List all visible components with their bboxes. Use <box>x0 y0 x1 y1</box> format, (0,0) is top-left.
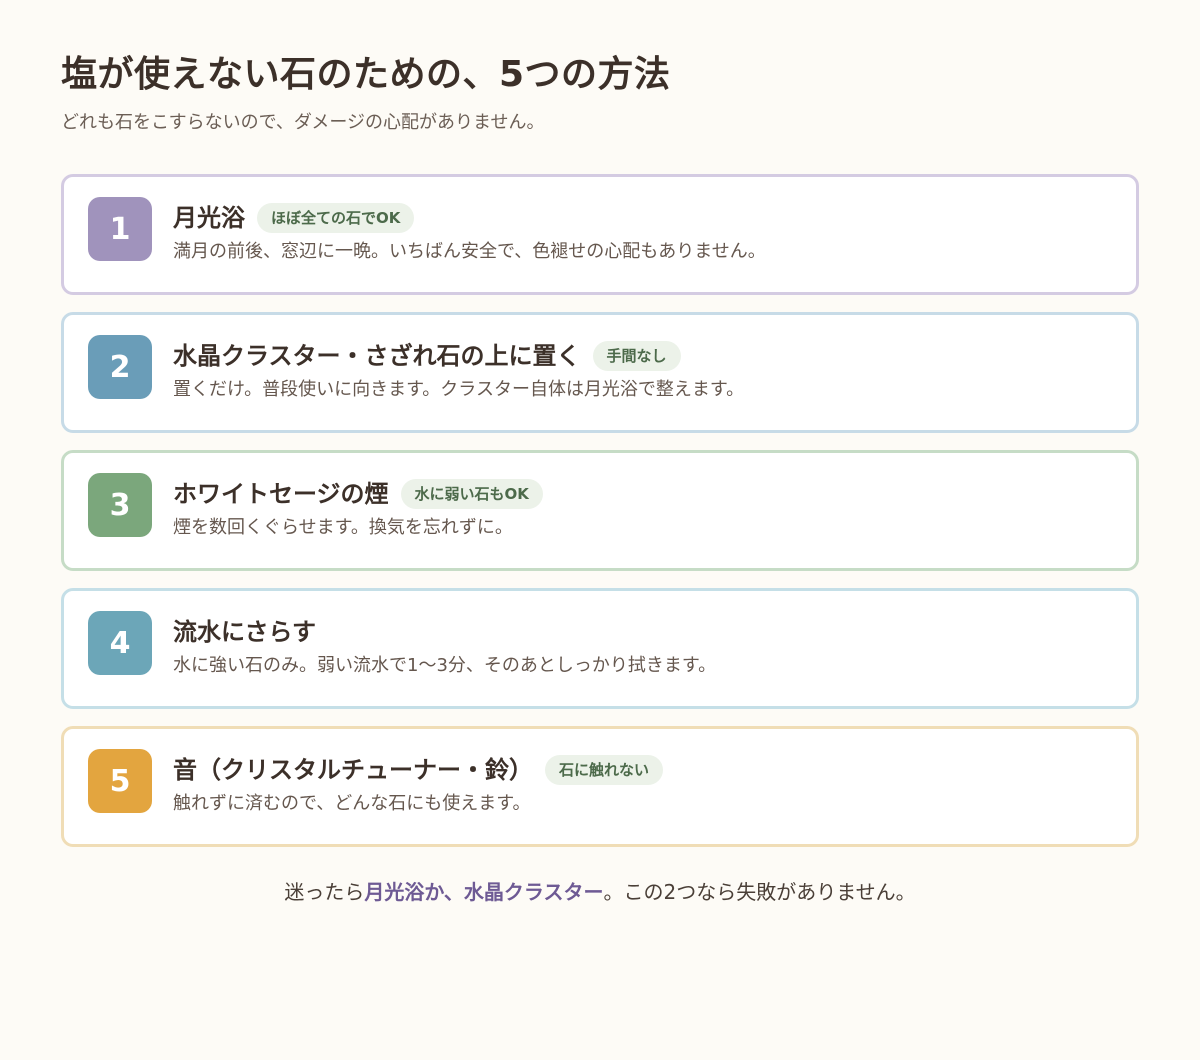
method-card-1: 1 月光浴 ほぼ全ての石でOK 満月の前後、窓辺に一晩。いちばん安全で、色褪せの… <box>61 174 1139 295</box>
method-head: ホワイトセージの煙 水に弱い石もOK <box>173 477 543 511</box>
method-description: 触れずに済むので、どんな石にも使えます。 <box>173 793 531 814</box>
method-description: 水に強い石のみ。弱い流水で1〜3分、そのあとしっかり拭きます。 <box>173 655 717 676</box>
method-number-badge: 3 <box>88 473 152 537</box>
method-body: ホワイトセージの煙 水に弱い石もOK 煙を数回くぐらせます。換気を忘れずに。 <box>173 473 543 541</box>
method-head: 音（クリスタルチューナー・鈴） 石に触れない <box>173 753 664 787</box>
methods-list: 1 月光浴 ほぼ全ての石でOK 満月の前後、窓辺に一晩。いちばん安全で、色褪せの… <box>61 174 1139 847</box>
method-card-4: 4 流水にさらす 水に強い石のみ。弱い流水で1〜3分、そのあとしっかり拭きます。 <box>61 588 1139 709</box>
method-description: 置くだけ。普段使いに向きます。クラスター自体は月光浴で整えます。 <box>173 379 745 400</box>
method-title: 月光浴 <box>173 204 245 232</box>
method-head: 流水にさらす <box>173 615 716 649</box>
page-subtitle: どれも石をこすらないので、ダメージの心配がありません。 <box>61 112 545 133</box>
method-tag: 水に弱い石もOK <box>400 479 543 509</box>
method-head: 月光浴 ほぼ全ての石でOK <box>173 201 766 235</box>
method-body: 水晶クラスター・さざれ石の上に置く 手間なし 置くだけ。普段使いに向きます。クラ… <box>173 335 744 403</box>
method-card-5: 5 音（クリスタルチューナー・鈴） 石に触れない 触れずに済むので、どんな石にも… <box>61 726 1139 847</box>
method-number-badge: 2 <box>88 335 152 399</box>
method-tag: 石に触れない <box>545 755 664 785</box>
method-body: 流水にさらす 水に強い石のみ。弱い流水で1〜3分、そのあとしっかり拭きます。 <box>173 611 716 679</box>
page: 塩が使えない石のための、5つの方法 どれも石をこすらないので、ダメージの心配があ… <box>0 0 1200 907</box>
method-description: 満月の前後、窓辺に一晩。いちばん安全で、色褪せの心配もありません。 <box>173 241 766 262</box>
method-description: 煙を数回くぐらせます。換気を忘れずに。 <box>173 517 513 538</box>
method-number-badge: 5 <box>88 749 152 813</box>
footer-prefix: 迷ったら <box>284 880 365 904</box>
page-title: 塩が使えない石のための、5つの方法 <box>61 54 671 95</box>
footer-note: 迷ったら月光浴か、水晶クラスター。この2つなら失敗がありません。 <box>61 877 1139 907</box>
method-body: 音（クリスタルチューナー・鈴） 石に触れない 触れずに済むので、どんな石にも使え… <box>173 749 664 817</box>
method-head: 水晶クラスター・さざれ石の上に置く 手間なし <box>173 339 744 373</box>
method-title: 流水にさらす <box>173 618 317 646</box>
method-number-badge: 4 <box>88 611 152 675</box>
method-title: ホワイトセージの煙 <box>173 480 389 508</box>
method-title: 水晶クラスター・さざれ石の上に置く <box>173 342 581 370</box>
method-tag: 手間なし <box>592 341 681 371</box>
footer-suffix: 。この2つなら失敗がありません。 <box>603 880 916 904</box>
method-card-2: 2 水晶クラスター・さざれ石の上に置く 手間なし 置くだけ。普段使いに向きます。… <box>61 312 1139 433</box>
method-title: 音（クリスタルチューナー・鈴） <box>173 756 533 784</box>
footer-highlight: 月光浴か、水晶クラスター <box>364 880 604 904</box>
method-card-3: 3 ホワイトセージの煙 水に弱い石もOK 煙を数回くぐらせます。換気を忘れずに。 <box>61 450 1139 571</box>
method-tag: ほぼ全ての石でOK <box>257 203 415 233</box>
method-number-badge: 1 <box>88 197 152 261</box>
method-body: 月光浴 ほぼ全ての石でOK 満月の前後、窓辺に一晩。いちばん安全で、色褪せの心配… <box>173 197 766 265</box>
